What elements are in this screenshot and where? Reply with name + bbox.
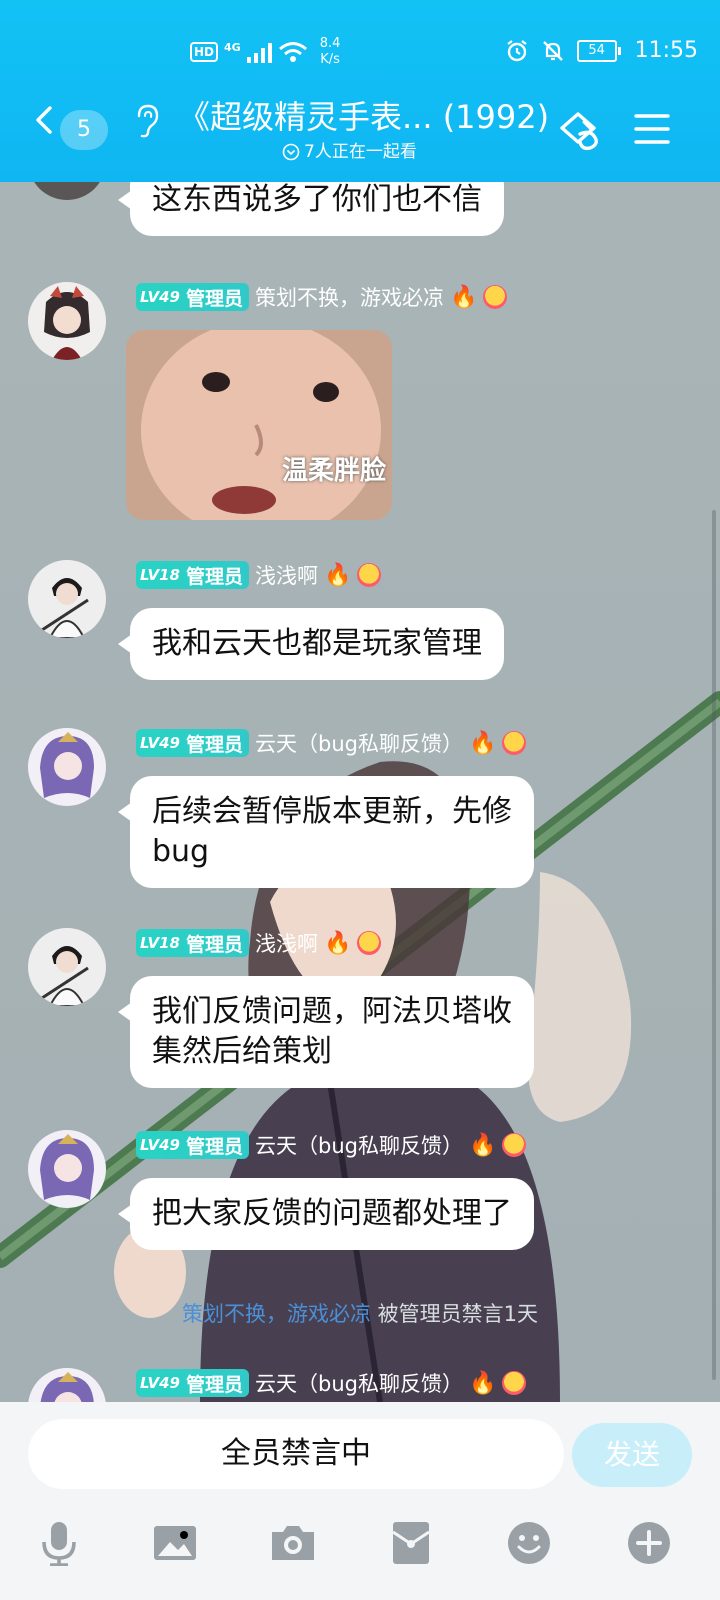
level-role-tag: LV18 管理员 (136, 561, 249, 589)
fire-icon: 🔥 (450, 284, 478, 310)
scrollbar[interactable] (712, 510, 716, 1380)
message-bubble[interactable]: 这东西说多了你们也不信 (118, 182, 504, 236)
smile-icon (357, 563, 382, 587)
wifi-icon (278, 42, 307, 62)
message-meta: LV18 管理员 浅浅啊 🔥 (136, 928, 382, 958)
fire-icon: 🔥 (468, 730, 497, 756)
signal-icon (246, 41, 272, 63)
sender-nick[interactable]: 浅浅啊 (255, 560, 318, 590)
toolbar (0, 1508, 720, 1578)
top-header: HD 4G 8.4 K/s 54 11:55 5 《超级精灵手表... (199… (0, 0, 720, 182)
share-icon[interactable] (558, 108, 608, 152)
back-icon[interactable] (30, 106, 58, 134)
message-input[interactable]: 全员禁言中 (28, 1419, 564, 1489)
level-role-tag: LV49 管理员 (136, 283, 249, 311)
fire-icon: 🔥 (468, 1132, 497, 1158)
viewers-text: 7人正在一起看 (304, 142, 417, 162)
network-type: 4G (224, 40, 241, 54)
level-role-tag: LV49 管理员 (136, 1131, 249, 1159)
mute-icon (542, 40, 563, 61)
level-role-tag: LV49 管理员 (136, 1369, 249, 1397)
menu-icon[interactable] (634, 112, 670, 146)
ear-icon[interactable] (134, 104, 160, 138)
level-role-tag: LV49 管理员 (136, 729, 249, 757)
unread-count-badge[interactable]: 5 (60, 110, 108, 150)
plus-icon[interactable] (626, 1520, 672, 1566)
smile-icon (502, 1133, 527, 1157)
chat-area[interactable]: 这东西说多了你们也不信 LV49 管理员 策划不换，游戏必凉 🔥 温柔胖脸 LV… (0, 182, 720, 1402)
avatar[interactable] (28, 1130, 106, 1208)
smile-icon (502, 731, 527, 755)
level-role-tag: LV18 管理员 (136, 929, 249, 957)
fire-icon: 🔥 (324, 930, 352, 956)
system-notice: 策划不换，游戏必凉 被管理员禁言1天 (0, 1298, 720, 1328)
message-meta: LV49 管理员 策划不换，游戏必凉 🔥 (136, 282, 508, 312)
sender-nick[interactable]: 策划不换，游戏必凉 (255, 282, 444, 312)
battery-indicator: 54 (576, 39, 621, 62)
smile-icon (502, 1371, 527, 1395)
fire-icon: 🔥 (468, 1370, 497, 1396)
smile-icon (357, 931, 382, 955)
message-bubble[interactable]: 我和云天也都是玩家管理 (118, 608, 504, 680)
message-bubble[interactable]: 我们反馈问题，阿法贝塔收 集然后给策划 (118, 976, 534, 1088)
sender-nick[interactable]: 云天（bug私聊反馈） (255, 1368, 463, 1398)
image-message[interactable]: 温柔胖脸 (126, 330, 392, 520)
emoji-icon[interactable] (506, 1520, 552, 1566)
chevron-down-icon (282, 143, 300, 161)
network-speed: 8.4 K/s (319, 36, 341, 67)
avatar[interactable] (28, 928, 106, 1006)
sender-nick[interactable]: 云天（bug私聊反馈） (255, 728, 463, 758)
message-meta: LV18 管理员 浅浅啊 🔥 (136, 560, 382, 590)
status-left: HD 4G 8.4 K/s (190, 36, 340, 68)
redpacket-icon[interactable] (388, 1520, 434, 1566)
status-bar: HD 4G 8.4 K/s 54 11:55 (0, 34, 720, 74)
input-bar: 全员禁言中 发送 (0, 1402, 720, 1600)
image-icon[interactable] (152, 1520, 198, 1566)
notice-text: 被管理员禁言1天 (370, 1302, 539, 1326)
viewers-count[interactable]: 7人正在一起看 (282, 140, 417, 164)
hd-indicator: HD (190, 42, 219, 62)
send-button[interactable]: 发送 (572, 1423, 692, 1487)
sender-nick[interactable]: 浅浅啊 (255, 928, 318, 958)
smile-icon (483, 285, 508, 309)
avatar[interactable] (28, 728, 106, 806)
status-right: 54 11:55 (505, 38, 698, 63)
message-bubble[interactable]: 后续会暂停版本更新，先修 bug (118, 776, 534, 888)
message-bubble[interactable]: 把大家反馈的问题都处理了 (118, 1178, 534, 1250)
sender-nick[interactable]: 云天（bug私聊反馈） (255, 1130, 463, 1160)
avatar[interactable] (28, 282, 106, 360)
clock: 11:55 (634, 38, 698, 63)
muted-user[interactable]: 策划不换，游戏必凉 (182, 1302, 371, 1326)
fire-icon: 🔥 (324, 562, 352, 588)
message-meta: LV49 管理员 云天（bug私聊反馈） 🔥 (136, 728, 527, 758)
page-title: 《超级精灵手表... (1992) (178, 98, 550, 136)
alarm-icon (506, 39, 527, 61)
avatar[interactable] (28, 560, 106, 638)
mic-icon[interactable] (36, 1520, 82, 1566)
camera-icon[interactable] (270, 1520, 316, 1566)
message-meta: LV49 管理员 云天（bug私聊反馈） 🔥 (136, 1368, 527, 1398)
message-meta: LV49 管理员 云天（bug私聊反馈） 🔥 (136, 1130, 527, 1160)
image-caption: 温柔胖脸 (281, 456, 386, 486)
